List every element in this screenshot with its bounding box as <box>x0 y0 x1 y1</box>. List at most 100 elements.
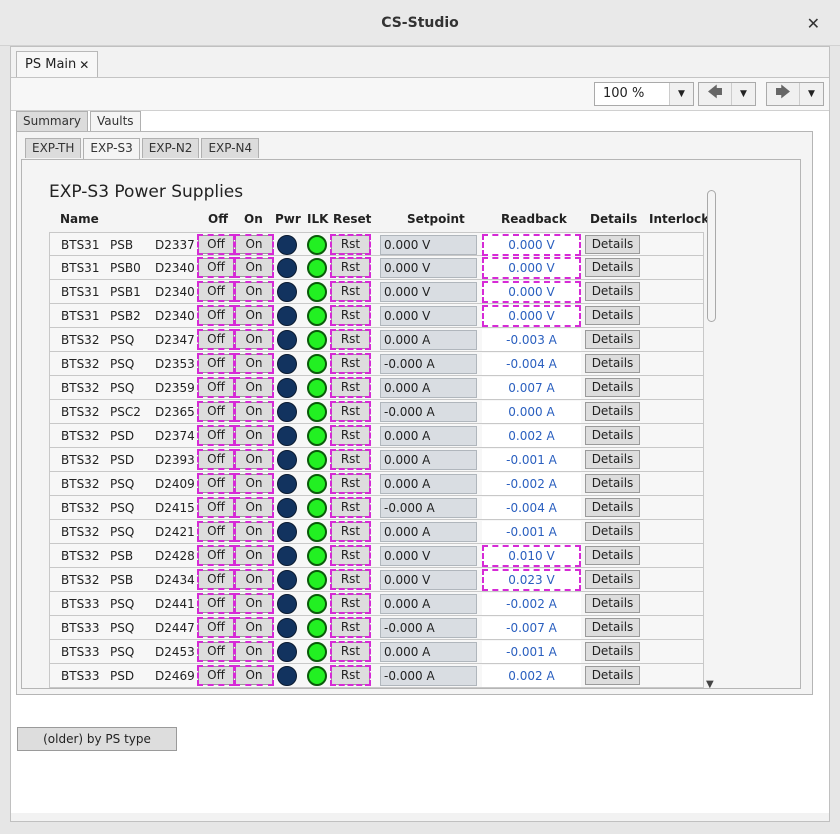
tab-exp-n4[interactable]: EXP-N4 <box>201 138 260 158</box>
on-button[interactable]: On <box>234 425 274 446</box>
details-button[interactable]: Details <box>585 450 640 469</box>
reset-button[interactable]: Rst <box>330 497 371 518</box>
scroll-thumb[interactable] <box>707 190 716 322</box>
older-by-ps-type-button[interactable]: (older) by PS type <box>17 727 177 751</box>
reset-button[interactable]: Rst <box>330 353 371 374</box>
reset-button[interactable]: Rst <box>330 617 371 638</box>
reset-button[interactable]: Rst <box>330 377 371 398</box>
on-button[interactable]: On <box>234 377 274 398</box>
tab-exp-th[interactable]: EXP-TH <box>25 138 82 158</box>
off-button[interactable]: Off <box>197 257 235 278</box>
details-button[interactable]: Details <box>585 402 640 421</box>
setpoint-field[interactable]: -0.000 A <box>380 402 477 422</box>
on-button[interactable]: On <box>234 593 274 614</box>
on-button[interactable]: On <box>234 234 274 255</box>
details-button[interactable]: Details <box>585 354 640 373</box>
close-tab-icon[interactable]: ✕ <box>79 58 89 72</box>
setpoint-field[interactable]: 0.000 V <box>380 235 477 255</box>
off-button[interactable]: Off <box>197 497 235 518</box>
off-button[interactable]: Off <box>197 377 235 398</box>
on-button[interactable]: On <box>234 545 274 566</box>
on-button[interactable]: On <box>234 449 274 470</box>
off-button[interactable]: Off <box>197 305 235 326</box>
arrow-right-icon[interactable]: 🡆 <box>767 83 799 105</box>
on-button[interactable]: On <box>234 329 274 350</box>
reset-button[interactable]: Rst <box>330 425 371 446</box>
tab-exp-s3[interactable]: EXP-S3 <box>83 138 140 159</box>
details-button[interactable]: Details <box>585 594 640 613</box>
setpoint-field[interactable]: 0.000 V <box>380 282 477 302</box>
details-button[interactable]: Details <box>585 378 640 397</box>
on-button[interactable]: On <box>234 257 274 278</box>
on-button[interactable]: On <box>234 473 274 494</box>
reset-button[interactable]: Rst <box>330 593 371 614</box>
back-button[interactable]: 🡄 ▼ <box>698 82 756 106</box>
on-button[interactable]: On <box>234 497 274 518</box>
off-button[interactable]: Off <box>197 425 235 446</box>
setpoint-field[interactable]: 0.000 V <box>380 546 477 566</box>
off-button[interactable]: Off <box>197 401 235 422</box>
off-button[interactable]: Off <box>197 665 235 686</box>
off-button[interactable]: Off <box>197 234 235 255</box>
off-button[interactable]: Off <box>197 569 235 590</box>
off-button[interactable]: Off <box>197 641 235 662</box>
vertical-scrollbar[interactable]: ▼ <box>704 186 718 688</box>
off-button[interactable]: Off <box>197 521 235 542</box>
details-button[interactable]: Details <box>585 474 640 493</box>
details-button[interactable]: Details <box>585 258 640 277</box>
setpoint-field[interactable]: 0.000 V <box>380 570 477 590</box>
details-button[interactable]: Details <box>585 306 640 325</box>
tab-summary[interactable]: Summary <box>16 111 88 131</box>
setpoint-field[interactable]: 0.000 A <box>380 426 477 446</box>
chevron-down-icon[interactable]: ▼ <box>669 83 693 105</box>
reset-button[interactable]: Rst <box>330 569 371 590</box>
setpoint-field[interactable]: -0.000 A <box>380 354 477 374</box>
setpoint-field[interactable]: 0.000 V <box>380 306 477 326</box>
reset-button[interactable]: Rst <box>330 449 371 470</box>
off-button[interactable]: Off <box>197 329 235 350</box>
reset-button[interactable]: Rst <box>330 473 371 494</box>
setpoint-field[interactable]: 0.000 A <box>380 330 477 350</box>
chevron-down-icon[interactable]: ▼ <box>706 679 714 688</box>
reset-button[interactable]: Rst <box>330 545 371 566</box>
tab-exp-n2[interactable]: EXP-N2 <box>141 138 200 158</box>
reset-button[interactable]: Rst <box>330 641 371 662</box>
chevron-down-icon[interactable]: ▼ <box>731 83 755 105</box>
chevron-down-icon[interactable]: ▼ <box>799 83 823 105</box>
reset-button[interactable]: Rst <box>330 257 371 278</box>
close-window-icon[interactable]: ✕ <box>807 14 820 33</box>
off-button[interactable]: Off <box>197 353 235 374</box>
reset-button[interactable]: Rst <box>330 234 371 255</box>
setpoint-field[interactable]: 0.000 A <box>380 522 477 542</box>
reset-button[interactable]: Rst <box>330 401 371 422</box>
setpoint-field[interactable]: 0.000 A <box>380 474 477 494</box>
setpoint-field[interactable]: 0.000 A <box>380 450 477 470</box>
on-button[interactable]: On <box>234 521 274 542</box>
on-button[interactable]: On <box>234 305 274 326</box>
reset-button[interactable]: Rst <box>330 665 371 686</box>
details-button[interactable]: Details <box>585 570 640 589</box>
details-button[interactable]: Details <box>585 330 640 349</box>
reset-button[interactable]: Rst <box>330 281 371 302</box>
setpoint-field[interactable]: 0.000 A <box>380 378 477 398</box>
setpoint-field[interactable]: 0.000 A <box>380 594 477 614</box>
arrow-left-icon[interactable]: 🡄 <box>699 83 731 105</box>
off-button[interactable]: Off <box>197 593 235 614</box>
details-button[interactable]: Details <box>585 546 640 565</box>
off-button[interactable]: Off <box>197 473 235 494</box>
setpoint-field[interactable]: 0.000 V <box>380 258 477 278</box>
details-button[interactable]: Details <box>585 666 640 685</box>
details-button[interactable]: Details <box>585 426 640 445</box>
tab-vaults[interactable]: Vaults <box>90 111 141 132</box>
setpoint-field[interactable]: -0.000 A <box>380 498 477 518</box>
zoom-select[interactable]: 100 % ▼ <box>594 82 694 106</box>
off-button[interactable]: Off <box>197 545 235 566</box>
details-button[interactable]: Details <box>585 235 640 254</box>
setpoint-field[interactable]: -0.000 A <box>380 618 477 638</box>
setpoint-field[interactable]: 0.000 A <box>380 642 477 662</box>
on-button[interactable]: On <box>234 401 274 422</box>
details-button[interactable]: Details <box>585 522 640 541</box>
on-button[interactable]: On <box>234 569 274 590</box>
tab-ps-main[interactable]: PS Main ✕ <box>16 51 99 77</box>
reset-button[interactable]: Rst <box>330 305 371 326</box>
